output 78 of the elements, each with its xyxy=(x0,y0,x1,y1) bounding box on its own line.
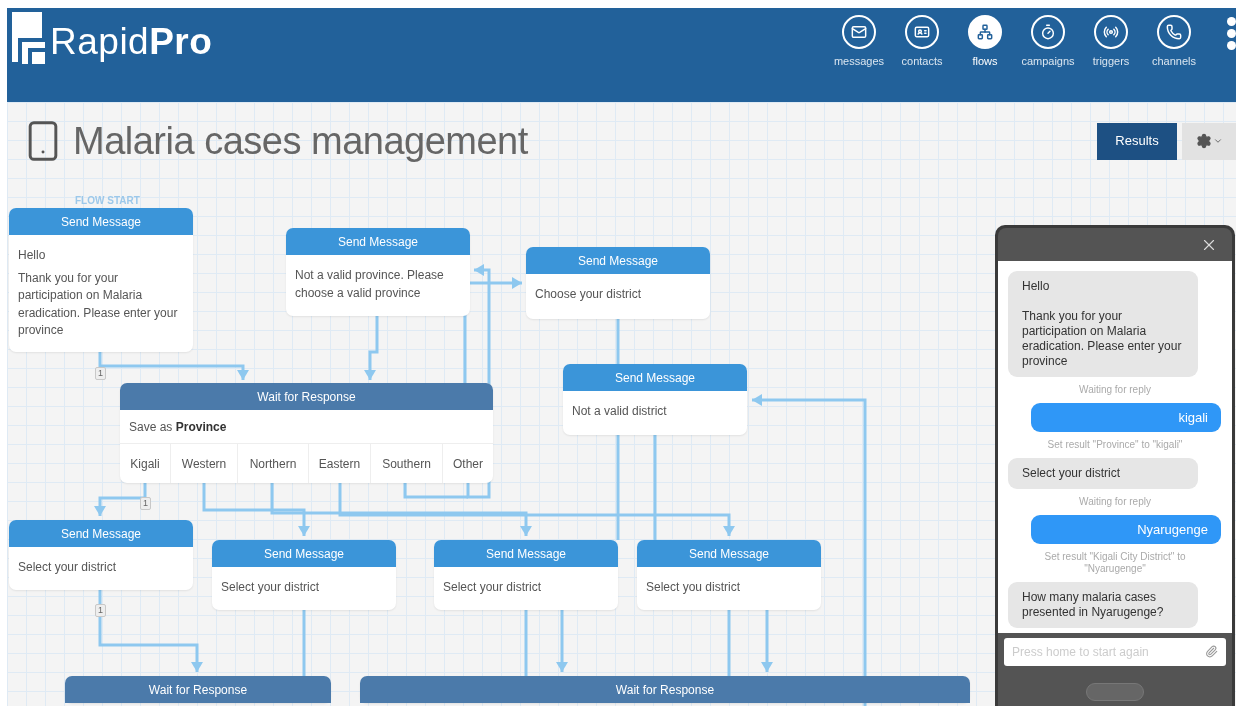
settings-button[interactable] xyxy=(1182,122,1236,160)
message-text: Hello xyxy=(1022,279,1051,294)
logo-text[interactable]: RapidPro xyxy=(50,20,213,64)
message-text: Select your district xyxy=(18,559,118,576)
node-title: Send Message xyxy=(434,540,618,567)
node-title: Send Message xyxy=(9,520,193,547)
send-message-node[interactable]: Send Message Select your district xyxy=(9,520,193,590)
wait-for-response-node[interactable]: Wait for Response xyxy=(65,676,331,703)
wait-for-response-node[interactable]: Wait for Response xyxy=(360,676,970,703)
exit-count-badge: 1 xyxy=(95,604,106,617)
logo-icon xyxy=(12,12,45,64)
node-title: Send Message xyxy=(9,208,193,235)
message-text: Choose your district xyxy=(535,286,643,303)
connector-line xyxy=(616,319,620,364)
nav-item[interactable]: flows xyxy=(955,15,1015,68)
category-exit[interactable]: Northern xyxy=(237,444,308,483)
message-text: Select your district xyxy=(1022,466,1122,481)
nav-item[interactable]: contacts xyxy=(892,15,952,68)
save-as-label: Save as Province xyxy=(129,418,227,436)
flow-title: Malaria cases management xyxy=(73,118,528,164)
connector-arrow xyxy=(364,316,379,380)
category-exit[interactable]: Southern xyxy=(370,444,442,483)
caret-icon xyxy=(1212,136,1223,146)
message-text: Thank you for your participation on Malaria eradication. Please enter your province xyxy=(18,269,179,339)
send-message-node[interactable]: Send Message Select you district xyxy=(637,540,821,610)
message-text: Select your district xyxy=(221,579,321,596)
wait-for-response-node[interactable]: Wait for Response Save as Province Kigali Western Northern Eastern Southern Other xyxy=(120,383,493,483)
phone-icon xyxy=(1157,15,1191,49)
message-text: Not a valid province. Please choose a valid province xyxy=(295,267,445,302)
results-button[interactable]: Results xyxy=(1097,122,1177,160)
paperclip-icon[interactable] xyxy=(1205,645,1218,658)
message-text: Select your district xyxy=(443,579,543,596)
node-title: Send Message xyxy=(637,540,821,567)
send-message-node[interactable]: Send Message Hello Thank you for your participation on Malaria eradication. Please enter your province xyxy=(9,208,193,352)
send-message-node[interactable]: Send Message Not a valid province. Please choose a valid province xyxy=(286,228,470,316)
status-note: Set result "Province" to "kigali" xyxy=(1046,439,1184,451)
nav-item[interactable]: channels xyxy=(1144,15,1204,68)
node-title: Send Message xyxy=(212,540,396,567)
connector-line xyxy=(302,610,306,676)
broadcast-icon xyxy=(1094,15,1128,49)
category-exit[interactable]: Eastern xyxy=(308,444,370,483)
envelope-icon xyxy=(842,15,876,49)
category-exit[interactable]: Other xyxy=(442,444,493,483)
status-note: Waiting for reply xyxy=(1078,384,1152,396)
message-text: Select you district xyxy=(646,579,742,596)
connector-line xyxy=(403,482,468,499)
message-text: Not a valid district xyxy=(572,403,668,420)
hierarchy-icon xyxy=(968,15,1002,49)
nav-item[interactable]: messages xyxy=(829,15,889,68)
exit-count-badge: 1 xyxy=(140,497,151,510)
node-title: Send Message xyxy=(563,364,747,391)
flow-start-label: FLOW START xyxy=(75,194,140,208)
connector-line xyxy=(524,610,528,676)
category-exit[interactable]: Western xyxy=(170,444,237,483)
id-card-icon xyxy=(905,15,939,49)
message-text: Nyarugenge xyxy=(1136,521,1208,538)
message-text: How many malaria cases presented in Nyarugenge? xyxy=(1022,590,1165,620)
node-title: Send Message xyxy=(286,228,470,255)
nav-item[interactable]: campaigns xyxy=(1018,15,1078,68)
send-message-node[interactable]: Send Message Select your district xyxy=(434,540,618,610)
exit-count-badge: 1 xyxy=(95,367,106,380)
message-text: Hello xyxy=(18,247,47,264)
message-text: Thank you for your participation on Malaria eradication. Please enter your province xyxy=(1022,309,1183,369)
status-note: Set result "Kigali City District" to "Nyarugenge" xyxy=(1043,551,1187,575)
gear-icon xyxy=(1195,133,1212,149)
node-title: Send Message xyxy=(526,247,710,274)
connector-arrow xyxy=(94,482,147,516)
nav-item[interactable]: triggers xyxy=(1081,15,1141,68)
connector-line xyxy=(727,610,731,676)
connector-arrow xyxy=(556,610,568,672)
node-title: Wait for Response xyxy=(120,383,493,410)
send-message-node[interactable]: Send Message Select your district xyxy=(212,540,396,610)
stopwatch-icon xyxy=(1031,15,1065,49)
category-exit[interactable]: Kigali xyxy=(120,444,170,483)
message-text: kigali xyxy=(1177,409,1208,426)
send-message-node[interactable]: Send Message Choose your district xyxy=(526,247,710,319)
status-note: Waiting for reply xyxy=(1078,496,1152,508)
send-message-node[interactable]: Send Message Not a valid district xyxy=(563,364,747,435)
